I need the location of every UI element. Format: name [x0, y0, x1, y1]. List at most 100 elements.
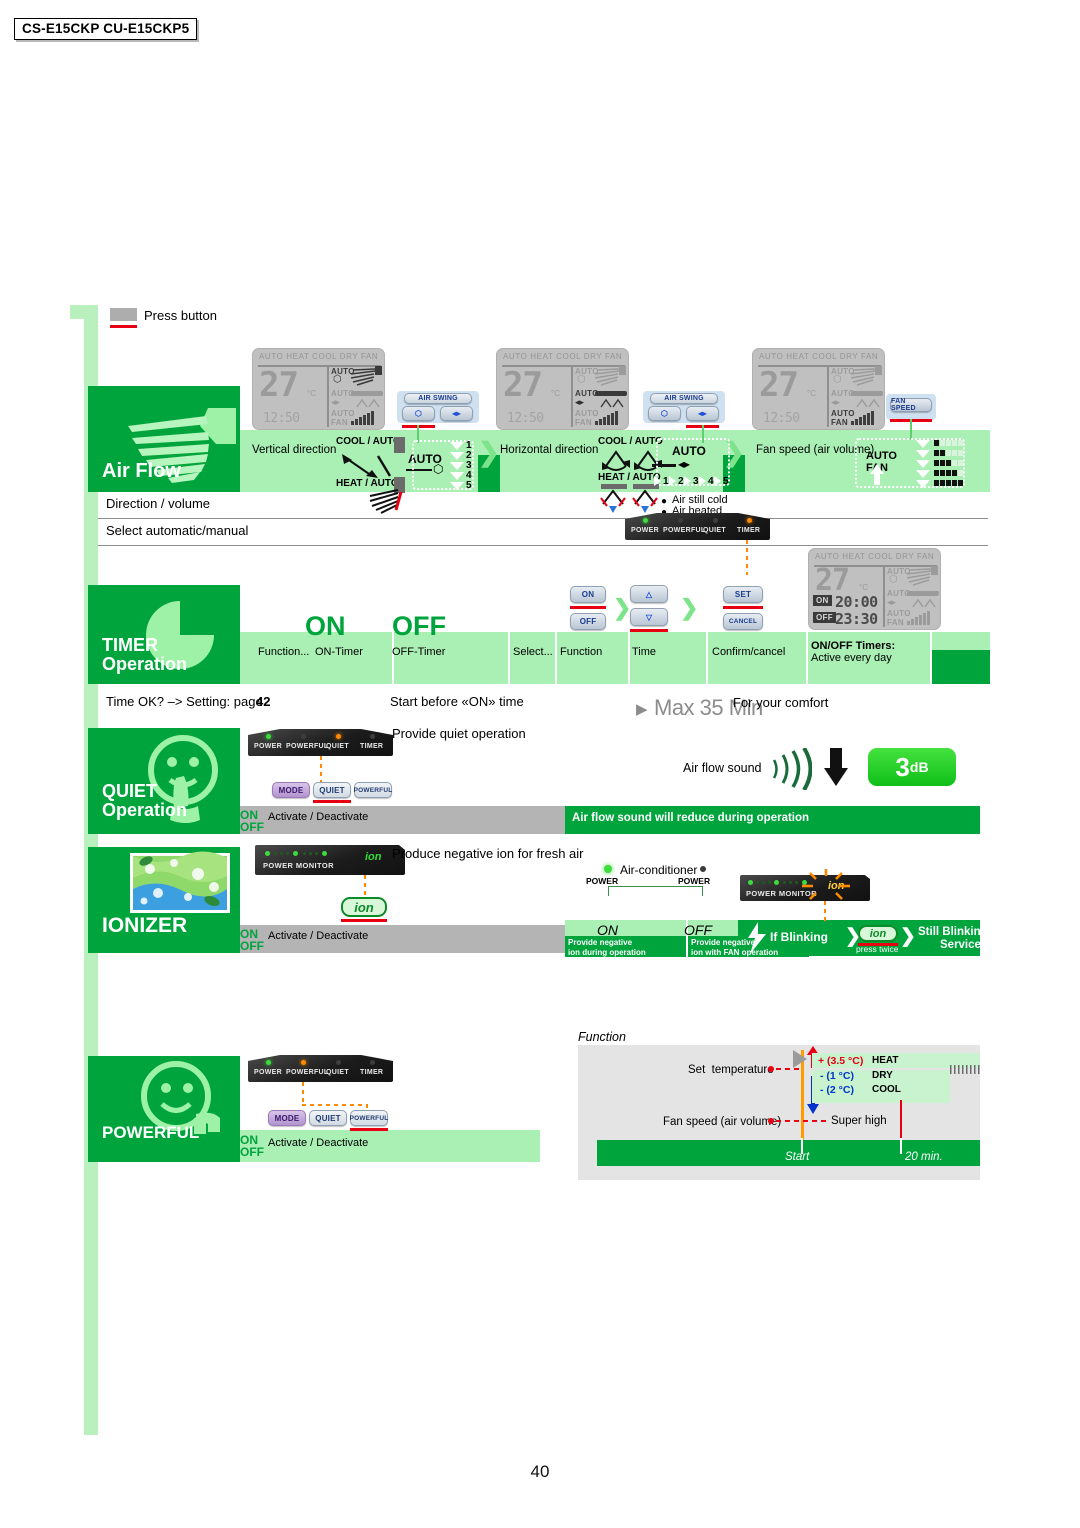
lcd3-swing-v-arrow: ⬡ [833, 374, 842, 385]
timer-note-line2: Active every day [811, 652, 892, 664]
pmb-led-1 [748, 880, 753, 885]
timer-set-button[interactable]: SET [723, 586, 763, 603]
timer-cell-time: Time [632, 646, 657, 658]
lcd4-fan-bars [907, 611, 930, 625]
powerful-leader-dotline-h [302, 1104, 368, 1106]
led-timer-powerful [370, 1060, 375, 1065]
timer-cell-on-timer: ON-Timer [315, 646, 363, 658]
lcd1-fan-sub: FAN [331, 418, 348, 427]
timer-title-label: TIMER Operation [102, 635, 188, 675]
pm-led-2 [274, 852, 277, 855]
air-swing-left-right-button-1[interactable]: ◂▸ [440, 406, 473, 421]
section-title-air-flow: Air Flow [88, 386, 240, 492]
air-swing-left-right-button-2[interactable]: ◂▸ [686, 406, 719, 421]
horizontal-position-4: 4 [708, 476, 714, 487]
lcd3-modes: AUTO HEAT COOL DRY FAN [759, 352, 879, 361]
ionizer-desc: Produce negative ion for fresh air [392, 846, 584, 861]
chart-heat-delta: + (3.5 °C) [818, 1055, 864, 1067]
ionizer-off-label: OFF [240, 939, 264, 953]
ionizer-nature-icon [130, 851, 230, 913]
timer-on-underline [570, 606, 606, 609]
ion-press-twice-button[interactable]: ion [858, 925, 898, 942]
fan-speed-button[interactable]: FAN SPEED [890, 398, 932, 412]
horizontal-position-2: 2 [678, 476, 684, 487]
vertical-cool-auto-label: COOL / AUTO [336, 436, 401, 447]
quiet-activate-label: Activate / Deactivate [268, 811, 369, 823]
indicator-panel-timer: POWER POWERFUL QUIET TIMER [625, 513, 770, 540]
led-power-timer [643, 518, 648, 523]
timer-off-button[interactable]: OFF [570, 613, 606, 630]
timer-cancel-button[interactable]: CANCEL [723, 613, 763, 630]
timer-time-underline [630, 629, 668, 632]
powerful-powerful-button[interactable]: POWERFUL [350, 1110, 388, 1126]
ac-power-bracket [608, 886, 703, 896]
airflow-caption-direction-volume: Direction / volume [106, 496, 211, 511]
timer-caption-start-before: Start before «ON» time [390, 694, 524, 709]
step-label-vertical-direction: Vertical direction [252, 444, 337, 456]
air-swing-caption-1: AIR SWING [404, 393, 472, 404]
pm-led-8 [315, 852, 318, 855]
ionizer-state-on-note: Provide negative ion during operation [568, 938, 646, 957]
pmb-led-4 [768, 881, 771, 884]
lcd3-vertical-flow-icon [850, 366, 882, 386]
note-air-still-cold-dot: ● [661, 496, 668, 507]
quiet-powerful-button[interactable]: POWERFUL [354, 782, 392, 798]
timer-cell-confirm-cancel: Confirm/cancel [712, 646, 786, 658]
led-label-power-quiet: POWER [254, 743, 282, 750]
ionizer-chevron-2: ❯ [900, 926, 916, 947]
powerful-quiet-button[interactable]: QUIET [309, 1110, 347, 1126]
chart-fan-dashed [776, 1120, 828, 1122]
powerful-powerful-underline [350, 1128, 388, 1131]
led-label-timer-quiet: TIMER [360, 743, 384, 750]
chart-hatch-band [950, 1065, 980, 1074]
airflow-chevron-1: ❯ [478, 437, 500, 467]
air-swing-up-down-button[interactable]: ⬡ [402, 406, 435, 421]
chart-fan-dot [768, 1118, 774, 1124]
timer-chevron-1: ❯ [613, 595, 632, 620]
vertical-heat-fan-icon [369, 489, 403, 514]
quiet-title-line1: QUIET [102, 781, 158, 802]
led-powerful-quiet [301, 734, 306, 739]
led-label-power-timer: POWER [631, 527, 659, 534]
led-powerful-powerful [301, 1060, 306, 1065]
ion-blink-leader [824, 901, 826, 923]
quiet-mode-button[interactable]: MODE [272, 782, 310, 798]
section-title-powerful: POWERFUL [88, 1056, 240, 1162]
timer-time-up-button[interactable]: △ [630, 585, 668, 603]
lcd4-modes: AUTO HEAT COOL DRY FAN [815, 552, 935, 561]
horizontal-position-5: 5 [723, 476, 729, 487]
indicator-panel-powerful: POWER POWERFUL QUIET TIMER [248, 1055, 393, 1082]
timer-cell-sep-3 [555, 632, 557, 684]
db-badge: 3 dB [868, 748, 956, 786]
powerful-mode-button[interactable]: MODE [268, 1110, 306, 1126]
power-monitor-panel-ionizer: POWER MONITOR ion [255, 845, 405, 875]
quiet-title-line2: Operation [102, 800, 188, 821]
lcd2-fan-sub: FAN [575, 418, 592, 427]
press-button-underline [110, 325, 137, 328]
timer-time-down-button[interactable]: ▽ [630, 608, 668, 626]
air-flow-sound-label: Air flow sound [683, 761, 762, 775]
lightning-icon [748, 922, 766, 954]
ionizer-leader-dotline [364, 875, 366, 897]
led-label-quiet-quiet: QUIET [326, 743, 349, 750]
horizontal-cool-auto-label: COOL / AUTO [598, 436, 663, 447]
horizontal-heat-auto-label: HEAT / AUTO [598, 472, 661, 483]
chart-super-high-label: Super high [831, 1115, 887, 1127]
timer-on-button[interactable]: ON [570, 586, 606, 603]
quiet-quiet-button[interactable]: QUIET [313, 782, 351, 798]
pmb-led-7 [789, 881, 792, 884]
air-swing-up-down-button-2[interactable]: ⬡ [648, 406, 681, 421]
horizontal-position-1: 1 [663, 476, 669, 487]
chart-cool-delta: - (2 °C) [820, 1084, 854, 1096]
led-quiet-powerful [336, 1060, 341, 1065]
led-label-powerful-timer: POWERFUL [663, 527, 706, 534]
lcd1-swing-v-arrow: ⬡ [333, 374, 342, 385]
ionizer-activate-label: Activate / Deactivate [268, 930, 369, 942]
timer-caption-time-ok: Time OK? –> Setting: page [106, 694, 263, 709]
left-rail-top-stub [70, 305, 98, 319]
power-monitor-label: POWER MONITOR [263, 861, 334, 870]
ion-button[interactable]: ion [341, 897, 387, 917]
lcd3-fan-bars [851, 411, 874, 425]
vertical-position-5: 5 [466, 480, 472, 491]
page-number: 40 [530, 1462, 550, 1481]
